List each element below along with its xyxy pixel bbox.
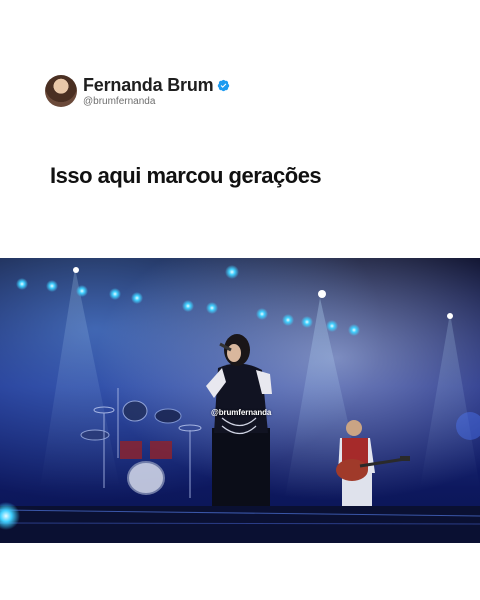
author-handle[interactable]: @brumfernanda xyxy=(83,96,230,107)
author-name-row: Fernanda Brum xyxy=(83,75,230,95)
media-watermark: @brumfernanda xyxy=(211,408,272,417)
post-caption: Isso aqui marcou gerações xyxy=(50,163,322,188)
author-avatar[interactable] xyxy=(45,75,77,107)
post-header: Fernanda Brum @brumfernanda xyxy=(45,74,230,108)
post-media[interactable]: @brumfernanda xyxy=(0,258,480,543)
concert-scene xyxy=(0,258,480,543)
verified-badge-icon xyxy=(218,79,230,91)
author-names: Fernanda Brum @brumfernanda xyxy=(83,75,230,107)
author-display-name[interactable]: Fernanda Brum xyxy=(83,75,214,95)
